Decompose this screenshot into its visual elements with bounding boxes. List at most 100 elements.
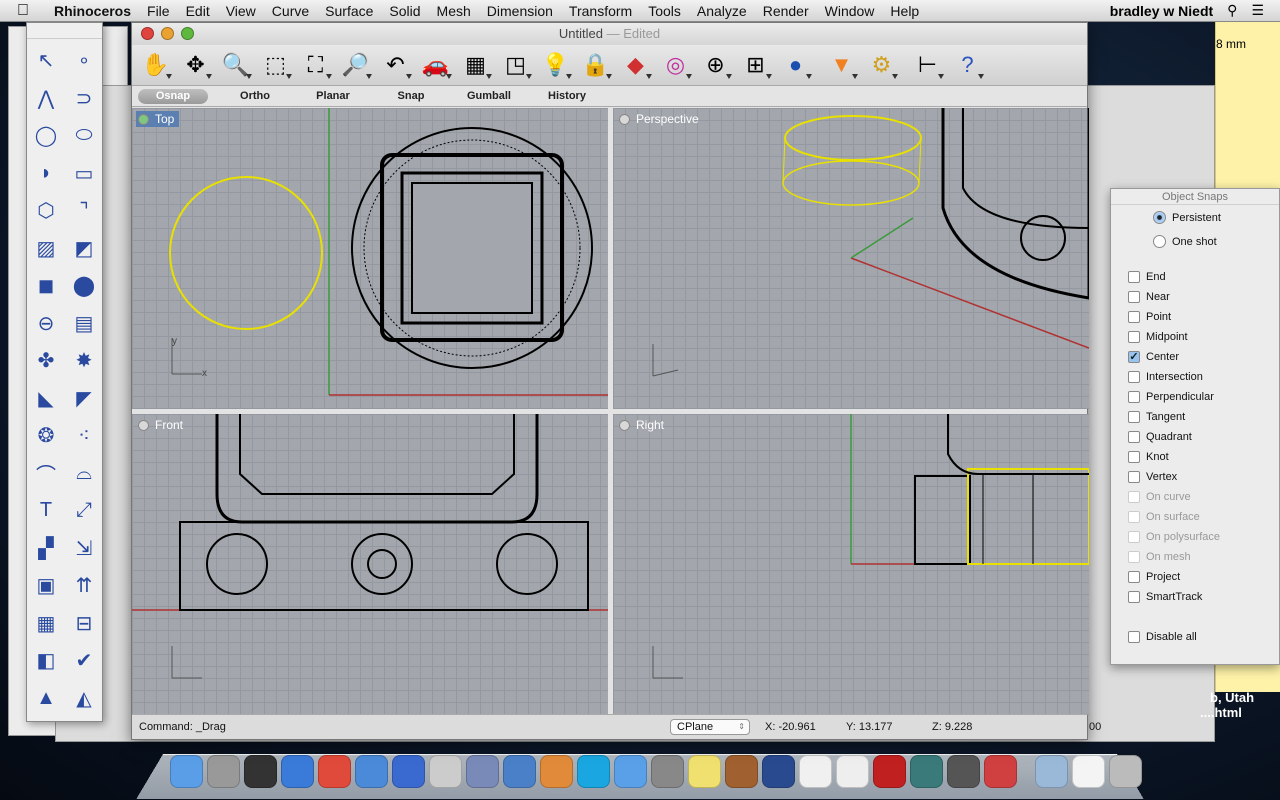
- gear-icon[interactable]: ⚙: [864, 48, 899, 82]
- point-icon[interactable]: ∘: [65, 42, 103, 80]
- tab-planar[interactable]: Planar: [294, 89, 372, 104]
- wireframe-sphere-icon[interactable]: ⊕: [698, 48, 733, 82]
- box-icon[interactable]: ◼: [27, 267, 65, 305]
- menu-surface[interactable]: Surface: [317, 3, 381, 19]
- menu-dimension[interactable]: Dimension: [479, 3, 561, 19]
- car-icon[interactable]: 🚗: [418, 48, 453, 82]
- checkbox[interactable]: [1128, 451, 1140, 463]
- viewport-label-perspective[interactable]: Perspective: [617, 111, 704, 127]
- osnap-center[interactable]: ✓ Center: [1128, 351, 1179, 363]
- viewport-front[interactable]: Front: [132, 414, 608, 715]
- scale-icon[interactable]: ⇲: [65, 530, 103, 568]
- osnap-point[interactable]: Point: [1128, 311, 1171, 323]
- viewport-label-right[interactable]: Right: [617, 417, 669, 433]
- checkbox[interactable]: [1128, 591, 1140, 603]
- viewport-right[interactable]: Right: [613, 414, 1089, 715]
- fillet-icon[interactable]: ⌝: [65, 192, 103, 230]
- documents-folder-icon[interactable]: [1035, 755, 1068, 788]
- checkbox[interactable]: [1128, 511, 1140, 523]
- chrome-icon[interactable]: [318, 755, 351, 788]
- osnap-disable-all[interactable]: Disable all: [1128, 631, 1197, 643]
- pyramid-icon[interactable]: ◭: [65, 680, 103, 718]
- select-arrow-icon[interactable]: ↖: [27, 42, 65, 80]
- checkbox[interactable]: [1128, 331, 1140, 343]
- rectangle-icon[interactable]: ▭: [65, 155, 103, 193]
- menu-window[interactable]: Window: [817, 3, 883, 19]
- render-sphere-icon[interactable]: ●: [778, 48, 813, 82]
- checkbox[interactable]: [1128, 431, 1140, 443]
- checkbox[interactable]: [1128, 271, 1140, 283]
- osnap-intersection[interactable]: Intersection: [1128, 371, 1203, 383]
- checkbox[interactable]: [1128, 491, 1140, 503]
- reminders-icon[interactable]: [836, 755, 869, 788]
- menu-view[interactable]: View: [218, 3, 264, 19]
- osnap-midpoint[interactable]: Midpoint: [1128, 331, 1188, 343]
- menu-file[interactable]: File: [139, 3, 178, 19]
- surface-sweep-icon[interactable]: ◩: [65, 230, 103, 268]
- zoom-button[interactable]: [181, 27, 194, 40]
- grid-array-icon[interactable]: ▦: [27, 605, 65, 643]
- osnap-project[interactable]: Project: [1128, 571, 1180, 583]
- grid-sphere-icon[interactable]: ⊞: [738, 48, 773, 82]
- arc-icon[interactable]: ◗: [27, 155, 65, 193]
- text-icon[interactable]: T: [27, 492, 65, 530]
- finder-icon[interactable]: [170, 755, 203, 788]
- minimize-button[interactable]: [161, 27, 174, 40]
- curve-icon[interactable]: ⊃: [65, 80, 103, 118]
- osnap-on-mesh[interactable]: On mesh: [1128, 551, 1191, 563]
- app-store-icon[interactable]: [392, 755, 425, 788]
- light-bulb-icon[interactable]: 💡: [538, 48, 573, 82]
- zoom-window-icon[interactable]: ⬚: [258, 48, 293, 82]
- osnap-end[interactable]: End: [1128, 271, 1166, 283]
- trash-icon[interactable]: [1109, 755, 1142, 788]
- viewport-perspective[interactable]: Perspective: [613, 108, 1089, 409]
- dimension-icon[interactable]: ⊢: [910, 48, 945, 82]
- circle-icon[interactable]: ◯: [27, 117, 65, 155]
- iphoto-icon[interactable]: [725, 755, 758, 788]
- menu-mesh[interactable]: Mesh: [429, 3, 479, 19]
- xcode-icon[interactable]: [466, 755, 499, 788]
- explode-icon[interactable]: ✸: [65, 342, 103, 380]
- tab-history[interactable]: History: [528, 89, 606, 104]
- cylinder-icon[interactable]: ⊖: [27, 305, 65, 343]
- extrude-solid-icon[interactable]: ▣: [27, 567, 65, 605]
- skype-icon[interactable]: [577, 755, 610, 788]
- word-icon[interactable]: [503, 755, 536, 788]
- viewport-top[interactable]: y x Top: [132, 108, 608, 409]
- tab-snap[interactable]: Snap: [372, 89, 450, 104]
- zoom-extents-icon[interactable]: ⛶: [298, 48, 333, 82]
- boolean-icon[interactable]: ❂: [27, 417, 65, 455]
- checkbox[interactable]: ✓: [1128, 351, 1140, 363]
- surface-points-icon[interactable]: ▨: [27, 230, 65, 268]
- zoom-selected-icon[interactable]: 🔎: [338, 48, 373, 82]
- osnap-on-surface[interactable]: On surface: [1128, 511, 1200, 523]
- split-icon[interactable]: ◤: [65, 380, 103, 418]
- undo-view-icon[interactable]: ↶: [378, 48, 413, 82]
- polyline-icon[interactable]: ⋀: [27, 80, 65, 118]
- mesh-surface-icon[interactable]: ▤: [65, 305, 103, 343]
- menu-render[interactable]: Render: [755, 3, 817, 19]
- spotlight-search-icon[interactable]: ⚲: [1227, 2, 1237, 19]
- tab-ortho[interactable]: Ortho: [216, 89, 294, 104]
- solitaire-icon[interactable]: [984, 755, 1017, 788]
- menu-help[interactable]: Help: [882, 3, 927, 19]
- checkbox[interactable]: [1128, 571, 1140, 583]
- close-button[interactable]: [141, 27, 154, 40]
- viewport-label-top[interactable]: Top: [136, 111, 180, 127]
- check-icon[interactable]: ✔: [65, 642, 103, 680]
- osnap-mode-one-shot[interactable]: One shot: [1153, 235, 1217, 248]
- radio-button[interactable]: [1153, 235, 1166, 248]
- messages-icon[interactable]: [614, 755, 647, 788]
- pan-icon[interactable]: ✋: [138, 48, 173, 82]
- array-icon[interactable]: ▞: [27, 530, 65, 568]
- command-line[interactable]: Command: _Drag: [139, 721, 226, 733]
- checkbox[interactable]: [1128, 291, 1140, 303]
- osnap-tangent[interactable]: Tangent: [1128, 411, 1185, 423]
- cone-icon[interactable]: ▼: [824, 48, 859, 82]
- system-preferences-icon[interactable]: [651, 755, 684, 788]
- polygon-icon[interactable]: ⬡: [27, 192, 65, 230]
- trim-icon[interactable]: ◣: [27, 380, 65, 418]
- osnap-perpendicular[interactable]: Perpendicular: [1128, 391, 1214, 403]
- osnap-smarttrack[interactable]: SmartTrack: [1128, 591, 1202, 603]
- audio-icon[interactable]: [762, 755, 795, 788]
